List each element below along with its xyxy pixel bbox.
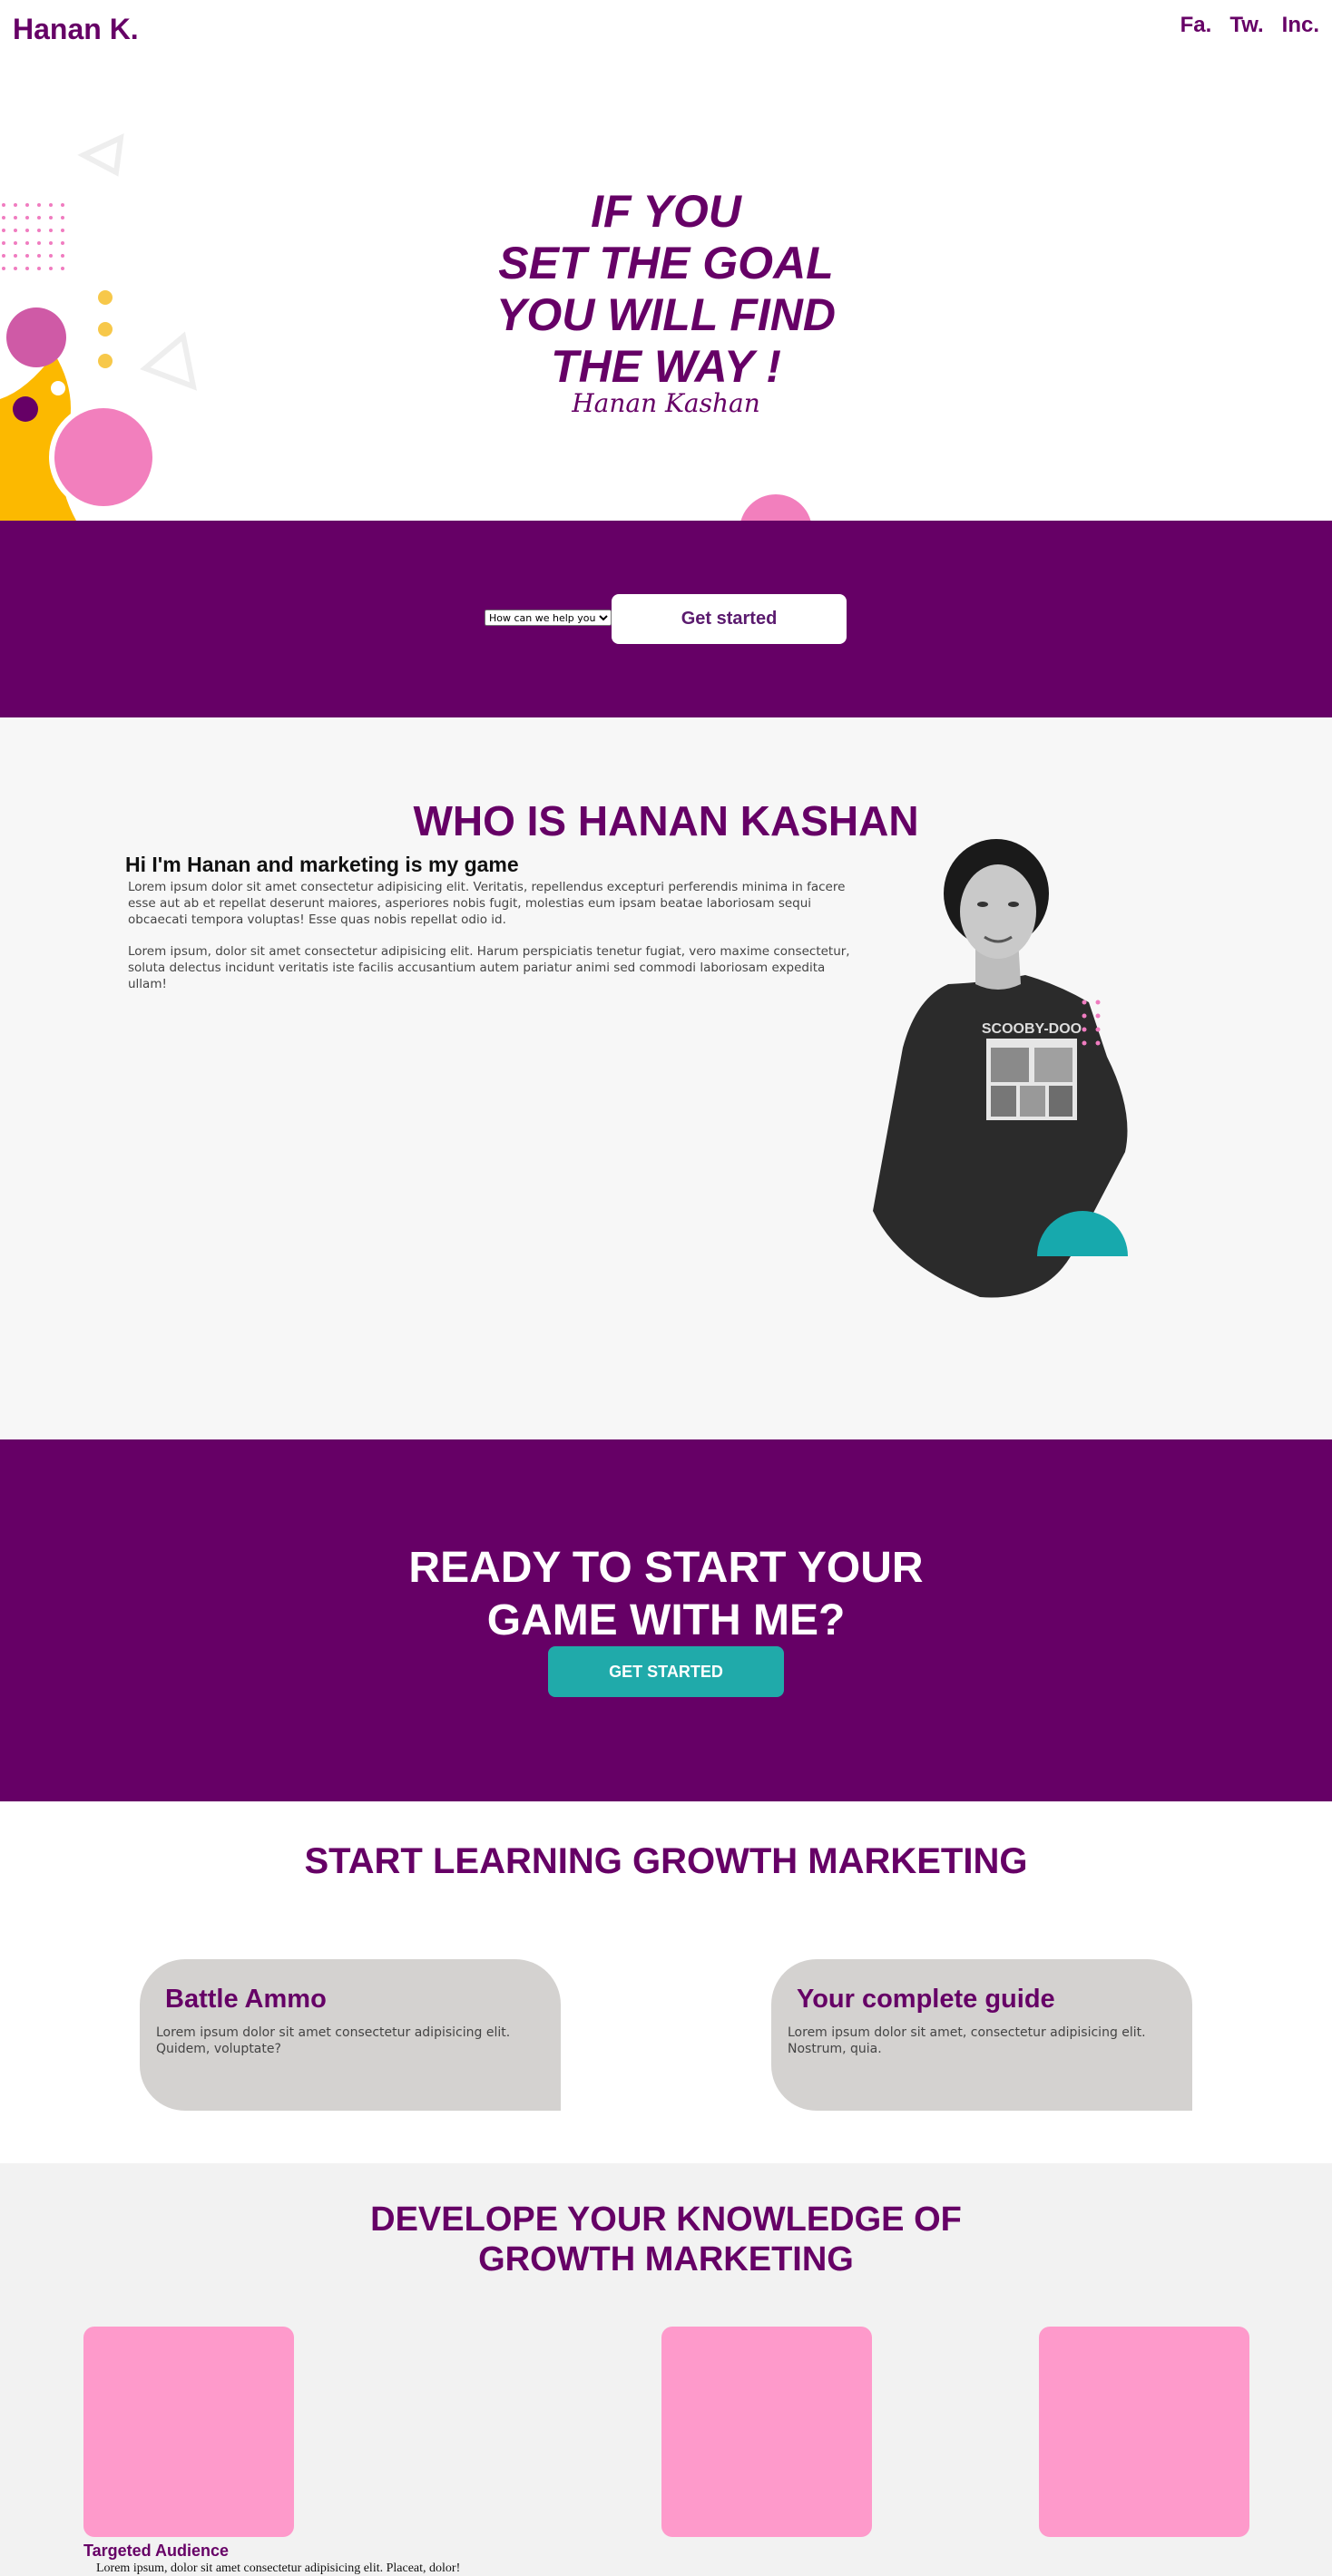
hero-quote-line: YOU WILL FIND bbox=[495, 289, 837, 340]
about-title: WHO IS HANAN KASHAN bbox=[413, 797, 919, 844]
hero-quote-line: SET THE GOAL bbox=[498, 238, 834, 288]
hero-quote-line: THE WAY ! bbox=[551, 341, 781, 392]
knowledge-title: DEVELOPE YOUR KNOWLEDGE OF GROWTH MARKET… bbox=[0, 2200, 1332, 2279]
knowledge-image[interactable] bbox=[661, 2327, 872, 2537]
knowledge-image[interactable] bbox=[1039, 2327, 1249, 2537]
card-title: Your complete guide bbox=[797, 1985, 1055, 2014]
portrait-photo: SCOOBY-DOO bbox=[873, 839, 1128, 1298]
card-text: Lorem ipsum dolor sit amet, consectetur … bbox=[788, 2025, 1146, 2056]
knowledge-image[interactable] bbox=[83, 2327, 294, 2537]
about-paragraph: Lorem ipsum, dolor sit amet consectetur … bbox=[128, 944, 850, 991]
knowledge-title-line: GROWTH MARKETING bbox=[478, 2240, 854, 2278]
pink-half-circle bbox=[740, 494, 811, 521]
nav-link-twitter[interactable]: Tw. bbox=[1229, 13, 1263, 38]
knowledge-title-line: DEVELOPE YOUR KNOWLEDGE OF bbox=[370, 2200, 962, 2239]
ready-title: READY TO START YOUR GAME WITH ME? bbox=[0, 1542, 1332, 1647]
knowledge-item-title: Targeted Audience bbox=[83, 2542, 230, 2560]
help-select[interactable]: How can we help you bbox=[485, 610, 612, 626]
learning-title: START LEARNING GROWTH MARKETING bbox=[304, 1841, 1028, 1881]
knowledge-item-text: Lorem ipsum, dolor sit amet consectetur … bbox=[96, 2561, 461, 2575]
hero-quote-line: IF YOU bbox=[591, 186, 741, 237]
top-nav: Fa. Tw. Inc. bbox=[1180, 13, 1319, 38]
site-logo[interactable]: Hanan K. bbox=[13, 13, 139, 46]
learning-card[interactable]: Battle Ammo Lorem ipsum dolor sit amet c… bbox=[140, 1959, 561, 2111]
learning-card[interactable]: Your complete guide Lorem ipsum dolor si… bbox=[771, 1959, 1192, 2111]
hero-signature: Hanan Kashan bbox=[572, 388, 760, 418]
nav-link-facebook[interactable]: Fa. bbox=[1180, 13, 1212, 38]
ready-title-line: READY TO START YOUR bbox=[408, 1544, 924, 1592]
card-title: Battle Ammo bbox=[165, 1985, 327, 2014]
card-text: Lorem ipsum dolor sit amet consectetur a… bbox=[156, 2025, 511, 2056]
about-paragraph: Lorem ipsum dolor sit amet consectetur a… bbox=[128, 880, 846, 927]
about-subtitle: Hi I'm Hanan and marketing is my game bbox=[125, 853, 519, 876]
ready-title-line: GAME WITH ME? bbox=[486, 1596, 846, 1644]
triangle-decoration bbox=[77, 132, 124, 177]
get-started-cta-button[interactable]: GET STARTED bbox=[548, 1646, 784, 1697]
pink-circle bbox=[54, 408, 152, 506]
nav-link-linkedin[interactable]: Inc. bbox=[1282, 13, 1319, 38]
get-started-button[interactable]: Get started bbox=[612, 594, 847, 644]
shirt-text: SCOOBY-DOO bbox=[982, 1021, 1082, 1037]
